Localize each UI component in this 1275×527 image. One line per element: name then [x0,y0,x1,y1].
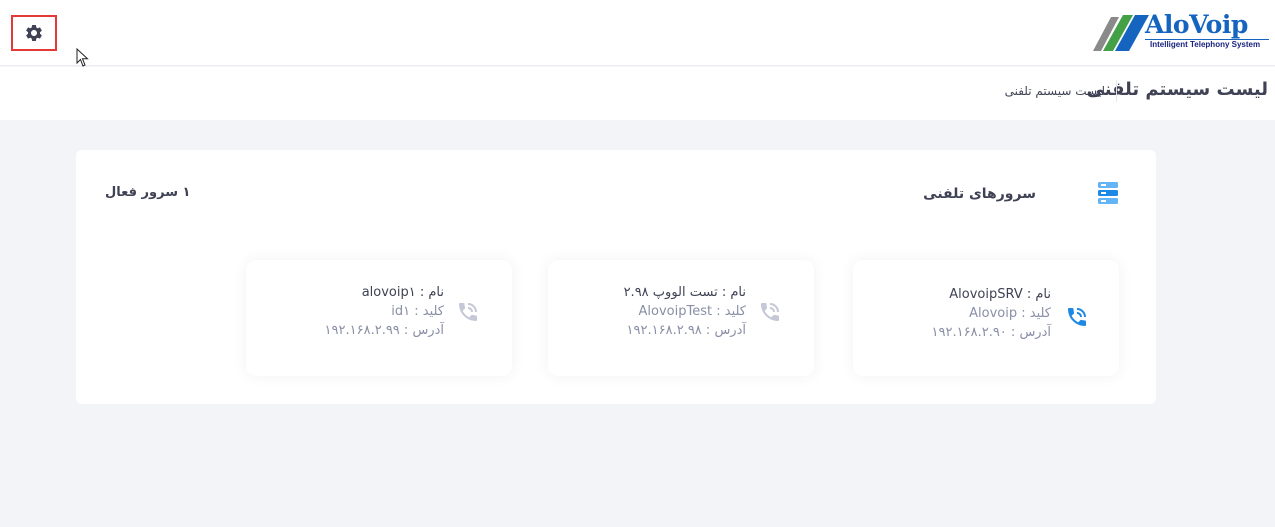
server-address: آدرس : ۱۹۲.۱۶۸.۲.۹۹ [324,323,444,338]
logo-brand-text: AloVoip [1145,10,1248,39]
breadcrumb[interactable]: لیست سیستم تلفنی [1005,84,1105,98]
server-card[interactable]: نام : تست الووپ ۲.۹۸ کلید : AlovoipTest … [548,260,814,376]
server-info: نام : alovoip۱ کلید : id۱ آدرس : ۱۹۲.۱۶۸… [325,283,444,340]
server-stack-icon [1098,182,1118,204]
title-separator [1116,80,1117,102]
phone-ringing-icon [1068,308,1086,326]
server-name: نام : alovoip۱ [361,285,444,300]
server-info: نام : AlovoipSRV کلید : Alovoip آدرس : ۱… [932,285,1051,342]
server-name: نام : تست الووپ ۲.۹۸ [623,285,746,300]
server-key: کلید : id۱ [391,304,444,319]
logo-tagline: Intelligent Telephony System [1150,40,1261,49]
servers-card: سرورهای تلفنی ۱ سرور فعال نام : AlovoipS… [76,150,1156,404]
phone-ringing-icon [761,303,779,321]
logo-mark-icon [1093,15,1149,51]
server-card[interactable]: نام : alovoip۱ کلید : id۱ آدرس : ۱۹۲.۱۶۸… [246,260,512,376]
server-key: کلید : Alovoip [969,306,1051,321]
top-bar: AloVoip Intelligent Telephony System [0,0,1275,67]
page-title: لیست سیستم تلفنی [1086,79,1268,100]
server-info: نام : تست الووپ ۲.۹۸ کلید : AlovoipTest … [624,283,746,340]
servers-card-title: سرورهای تلفنی [923,186,1036,202]
active-servers-count: ۱ سرور فعال [105,185,191,200]
settings-button[interactable] [11,15,57,51]
mouse-cursor-icon [76,48,89,67]
server-address: آدرس : ۱۹۲.۱۶۸.۲.۹۸ [626,323,746,338]
server-card[interactable]: نام : AlovoipSRV کلید : Alovoip آدرس : ۱… [853,260,1119,376]
server-name: نام : AlovoipSRV [949,287,1051,302]
alovoip-logo[interactable]: AloVoip Intelligent Telephony System [1089,10,1269,54]
server-address: آدرس : ۱۹۲.۱۶۸.۲.۹۰ [931,325,1051,340]
sub-header: لیست سیستم تلفنی لیست سیستم تلفنی [0,67,1275,120]
server-key: کلید : AlovoipTest [638,304,746,319]
gear-icon [26,24,42,41]
phone-ringing-icon [459,303,477,321]
